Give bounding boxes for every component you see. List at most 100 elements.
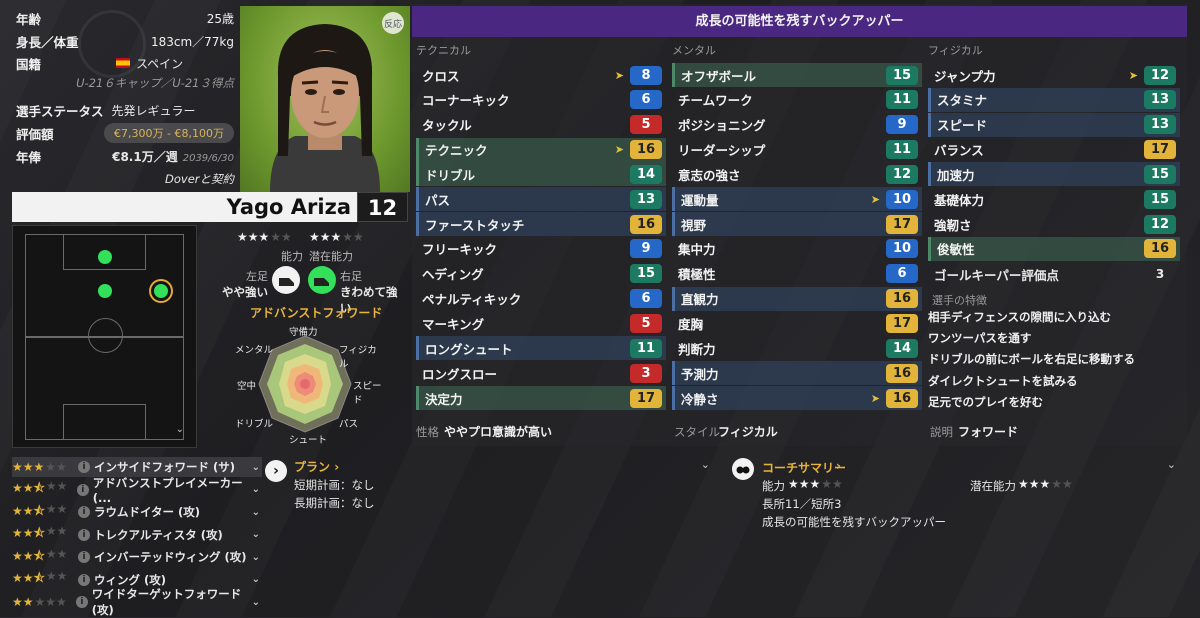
info-icon[interactable]: i bbox=[78, 461, 90, 473]
attr-name: 判断力 bbox=[678, 341, 716, 357]
attr-name: ロングスロー bbox=[422, 366, 498, 382]
role-dropdown-chevron-icon[interactable]: ⌄ bbox=[252, 462, 260, 473]
value-pill[interactable]: €7,300万 - €8,100万 bbox=[104, 123, 234, 143]
technical-header: テクニカル bbox=[416, 44, 471, 57]
role-item[interactable]: ★★⯪ ★★ i トレクアルティスタ (攻) ⌄ bbox=[12, 524, 262, 545]
attr-value: 14 bbox=[886, 338, 918, 358]
role-label: アドバンストプレイメーカー (... bbox=[92, 475, 243, 505]
attr-row-technical[interactable]: タックル 5 bbox=[416, 113, 666, 137]
pitch-chevron-down-icon[interactable]: ⌄ bbox=[176, 424, 184, 435]
attr-row-mental[interactable]: 冷静さ ➤ 16 bbox=[672, 386, 922, 411]
attr-row-mental[interactable]: チームワーク 11 bbox=[672, 88, 922, 112]
attr-row-technical[interactable]: フリーキック 9 bbox=[416, 237, 666, 261]
attr-name: 強靭さ bbox=[934, 217, 972, 233]
attr-row-mental[interactable]: リーダーシップ 11 bbox=[672, 138, 922, 162]
nation-value[interactable]: スペイン bbox=[136, 55, 183, 72]
attr-value: 16 bbox=[886, 363, 918, 383]
training-focus-icon: ➤ bbox=[870, 192, 880, 206]
short-term-plan: 短期計画：なし bbox=[294, 478, 375, 492]
status-row: 選手ステータス 先発レギュラー bbox=[16, 100, 234, 120]
attr-row-technical[interactable]: ペナルティキック 6 bbox=[416, 287, 666, 311]
attr-row-technical[interactable]: ドリブル 14 bbox=[416, 162, 666, 187]
plan-collapse-icon[interactable]: ⌄ bbox=[701, 458, 710, 471]
attr-row-mental[interactable]: 判断力 14 bbox=[672, 336, 922, 360]
attr-row-mental[interactable]: オフザボール 15 bbox=[672, 63, 922, 87]
attr-row-technical[interactable]: 決定力 17 bbox=[416, 386, 666, 411]
role-stars: ★★⯪ ★★ bbox=[12, 569, 68, 585]
info-icon[interactable]: i bbox=[78, 506, 90, 518]
reaction-button[interactable]: 反応 bbox=[382, 12, 404, 34]
attr-row-mental[interactable]: 運動量 ➤ 10 bbox=[672, 187, 922, 212]
trait-item: 足元でのプレイを好む bbox=[928, 394, 1043, 409]
radar-label-aerial: 空中 bbox=[237, 381, 257, 392]
attr-row-physical[interactable]: スピード 13 bbox=[928, 112, 1180, 137]
attr-name: クロス bbox=[422, 68, 460, 84]
attr-row-technical[interactable]: マーキング 5 bbox=[416, 312, 666, 336]
attr-row-mental[interactable]: 視野 17 bbox=[672, 212, 922, 237]
role-dropdown-chevron-icon[interactable]: ⌄ bbox=[252, 484, 260, 495]
role-dropdown-chevron-icon[interactable]: ⌄ bbox=[252, 507, 260, 518]
contract-value[interactable]: Doverと契約 bbox=[165, 171, 234, 187]
attr-row-technical[interactable]: ロングスロー 3 bbox=[416, 361, 666, 385]
attr-name: スタミナ bbox=[937, 93, 988, 109]
position-pitch[interactable]: ⌄ bbox=[12, 225, 197, 448]
ca-stars: ★★★ ★★ bbox=[237, 230, 292, 244]
role-item[interactable]: ★★⯪ ★★ i インバーテッドウィング (攻) ⌄ bbox=[12, 547, 262, 567]
position-dot-st bbox=[98, 250, 112, 264]
role-item[interactable]: ★★ ★★★ i ワイドターゲットフォワード (攻) ⌄ bbox=[12, 587, 262, 617]
attr-value: 11 bbox=[630, 338, 662, 358]
info-icon[interactable]: i bbox=[78, 528, 90, 541]
role-dropdown-chevron-icon[interactable]: ⌄ bbox=[252, 552, 260, 563]
attr-row-mental[interactable]: 意志の強さ 12 bbox=[672, 162, 922, 186]
coach-collapse-icon[interactable]: ⌄ bbox=[1167, 458, 1176, 471]
attr-row-technical[interactable]: ファーストタッチ 16 bbox=[416, 212, 666, 237]
coach-summary-link[interactable]: コーチサマリー bbox=[762, 459, 846, 476]
attr-row-mental[interactable]: 集中力 10 bbox=[672, 237, 922, 261]
attr-row-physical[interactable]: 基礎体力 15 bbox=[928, 187, 1180, 211]
attr-row-physical[interactable]: ジャンプ力 ➤ 12 bbox=[928, 63, 1180, 87]
attr-value: 6 bbox=[630, 289, 662, 309]
attr-row-mental[interactable]: 予測力 16 bbox=[672, 361, 922, 386]
trait-item: 相手ディフェンスの隙間に入り込む bbox=[928, 310, 1111, 324]
info-icon[interactable]: i bbox=[76, 596, 88, 608]
attr-row-technical[interactable]: ヘディング 15 bbox=[416, 262, 666, 286]
attr-row-mental[interactable]: 積極性 6 bbox=[672, 262, 922, 286]
attr-row-technical[interactable]: コーナーキック 6 bbox=[416, 88, 666, 112]
attr-row-physical[interactable]: バランス 17 bbox=[928, 138, 1180, 162]
left-foot-value: やや強い bbox=[222, 285, 268, 299]
attr-value: 17 bbox=[886, 214, 918, 234]
role-item[interactable]: ★★⯪ ★★ i ラウムドイター (攻) ⌄ bbox=[12, 502, 262, 522]
role-dropdown-chevron-icon[interactable]: ⌄ bbox=[252, 529, 260, 540]
role-dropdown-chevron-icon[interactable]: ⌄ bbox=[252, 574, 260, 585]
attr-row-mental[interactable]: 度胸 17 bbox=[672, 312, 922, 336]
value-row: 評価額 €7,300万 - €8,100万 bbox=[16, 123, 234, 143]
attr-row-physical[interactable]: 俊敏性 16 bbox=[928, 236, 1180, 261]
attr-value: 6 bbox=[886, 264, 918, 284]
role-stars: ★★★★★ bbox=[12, 595, 67, 609]
attr-row-technical[interactable]: パス 13 bbox=[416, 187, 666, 212]
style-label: スタイル bbox=[674, 425, 720, 439]
expand-arrow-button[interactable]: › bbox=[265, 460, 287, 482]
age-row: 年齢 25歳 bbox=[16, 8, 234, 28]
attr-row-physical[interactable]: スタミナ 13 bbox=[928, 87, 1180, 112]
attr-name: 基礎体力 bbox=[934, 192, 985, 208]
attr-row-technical[interactable]: テクニック ➤ 16 bbox=[416, 137, 666, 162]
attr-row-technical[interactable]: ロングシュート 11 bbox=[416, 336, 666, 361]
personality-value: ややプロ意識が高い bbox=[444, 425, 553, 439]
attr-row-technical[interactable]: クロス ➤ 8 bbox=[416, 63, 666, 87]
age-value: 25歳 bbox=[206, 11, 234, 26]
attr-row-physical[interactable]: 強靭さ 12 bbox=[928, 212, 1180, 236]
role-stars: ★★★★★ bbox=[12, 460, 67, 474]
role-item[interactable]: ★★⯪ ★★ i アドバンストプレイメーカー (... ⌄ bbox=[12, 476, 262, 505]
attr-row-physical[interactable]: 加速力 15 bbox=[928, 162, 1180, 187]
info-icon[interactable]: i bbox=[78, 573, 90, 586]
info-icon[interactable]: i bbox=[78, 551, 90, 563]
attr-row-mental[interactable]: 直観力 16 bbox=[672, 286, 922, 311]
left-boot-icon bbox=[272, 266, 300, 294]
info-icon[interactable]: i bbox=[76, 483, 89, 496]
plan-link[interactable]: プラン bbox=[294, 460, 330, 474]
attr-row-mental[interactable]: ポジショニング 9 bbox=[672, 113, 922, 137]
attr-name: 積極性 bbox=[678, 267, 716, 283]
pa-label: 潜在能力 bbox=[309, 250, 353, 263]
role-dropdown-chevron-icon[interactable]: ⌄ bbox=[252, 597, 260, 608]
